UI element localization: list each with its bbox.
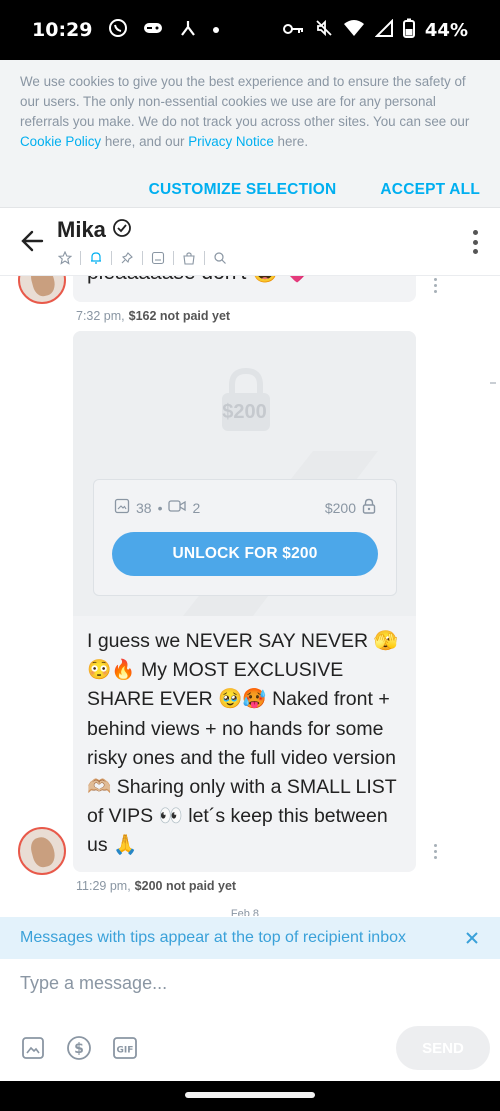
accept-all-button[interactable]: ACCEPT ALL bbox=[380, 181, 480, 199]
message-meta: 7:32 pm, $162 not paid yet bbox=[76, 309, 231, 323]
contact-name[interactable]: Mika bbox=[57, 217, 106, 243]
video-icon bbox=[168, 499, 187, 516]
tip-info-text: Messages with tips appear at the top of … bbox=[20, 929, 406, 946]
add-media-icon[interactable] bbox=[20, 1035, 46, 1061]
gamepad-icon bbox=[142, 19, 164, 42]
locked-media-preview[interactable]: $200 38 • 2 $200 UNLOCK FOR $200 bbox=[73, 331, 416, 616]
signal-icon bbox=[374, 18, 393, 42]
purchases-icon[interactable] bbox=[180, 249, 198, 267]
search-icon[interactable] bbox=[211, 249, 229, 267]
privacy-notice-link[interactable]: Privacy Notice bbox=[188, 134, 274, 149]
wifi-icon bbox=[343, 19, 365, 42]
message-text: pleaaaaase don't 😅 💗 bbox=[87, 276, 310, 285]
ppv-price: $200 bbox=[324, 499, 356, 516]
star-icon[interactable] bbox=[56, 249, 74, 267]
message-list[interactable]: pleaaaaase don't 😅 💗 7:32 pm,$162 not pa… bbox=[0, 276, 500, 916]
cookie-policy-link[interactable]: Cookie Policy bbox=[20, 134, 101, 149]
svg-text:$: $ bbox=[74, 1041, 84, 1057]
message-composer: Type a message... $ GIF SEND bbox=[0, 959, 500, 1081]
battery-icon bbox=[402, 18, 415, 43]
system-nav-bar bbox=[0, 1081, 500, 1111]
media-icon[interactable] bbox=[149, 249, 167, 267]
fork-icon bbox=[178, 19, 198, 42]
svg-text:GIF: GIF bbox=[117, 1046, 134, 1056]
status-time: 10:29 bbox=[32, 19, 93, 41]
tip-info-bar: Messages with tips appear at the top of … bbox=[0, 917, 500, 959]
tip-dollar-icon[interactable]: $ bbox=[66, 1035, 92, 1061]
message-meta: 11:29 pm, $200 not paid yet bbox=[76, 879, 237, 893]
video-count: 2 bbox=[192, 499, 201, 516]
ppv-message-text: I guess we NEVER SAY NEVER 🫣😳🔥 My MOST E… bbox=[87, 630, 398, 857]
dot-icon bbox=[212, 21, 220, 39]
whatsapp-icon bbox=[108, 18, 128, 43]
avatar[interactable] bbox=[18, 827, 66, 875]
verified-icon bbox=[112, 218, 132, 243]
image-icon bbox=[114, 498, 130, 517]
status-bar: 10:29 44% bbox=[0, 0, 500, 60]
small-lock-icon bbox=[362, 498, 376, 517]
close-icon[interactable] bbox=[464, 930, 480, 946]
customize-selection-button[interactable]: CUSTOMIZE SELECTION bbox=[149, 181, 337, 199]
message-options-icon[interactable] bbox=[434, 278, 438, 293]
battery-percent: 44% bbox=[424, 19, 468, 41]
ppv-message: $200 38 • 2 $200 UNLOCK FOR $200 I guess… bbox=[73, 331, 416, 872]
gif-icon[interactable]: GIF bbox=[112, 1035, 138, 1061]
avatar[interactable] bbox=[18, 276, 66, 304]
locked-price-overlay: $200 bbox=[222, 401, 267, 423]
cookie-text: We use cookies to give you the best expe… bbox=[20, 74, 470, 149]
home-gesture-bar[interactable] bbox=[185, 1092, 315, 1098]
message-bubble: pleaaaaase don't 😅 💗 bbox=[73, 276, 416, 302]
unlock-button[interactable]: UNLOCK FOR $200 bbox=[112, 532, 378, 576]
ppv-unlock-card: 38 • 2 $200 UNLOCK FOR $200 bbox=[93, 479, 397, 596]
back-arrow-icon[interactable] bbox=[20, 228, 46, 254]
send-button[interactable]: SEND bbox=[396, 1026, 490, 1070]
more-options-icon[interactable] bbox=[472, 230, 478, 254]
bell-icon[interactable] bbox=[87, 249, 105, 267]
key-icon bbox=[282, 20, 305, 41]
message-options-icon[interactable] bbox=[434, 844, 438, 859]
chat-header: Mika bbox=[0, 208, 500, 276]
pin-icon[interactable] bbox=[118, 249, 136, 267]
cookie-banner: We use cookies to give you the best expe… bbox=[0, 60, 500, 208]
message-input[interactable]: Type a message... bbox=[20, 973, 167, 994]
mute-icon bbox=[315, 19, 333, 42]
scroll-indicator[interactable] bbox=[490, 382, 496, 384]
date-divider: Feb 8 bbox=[230, 908, 260, 916]
photo-count: 38 bbox=[136, 499, 152, 516]
